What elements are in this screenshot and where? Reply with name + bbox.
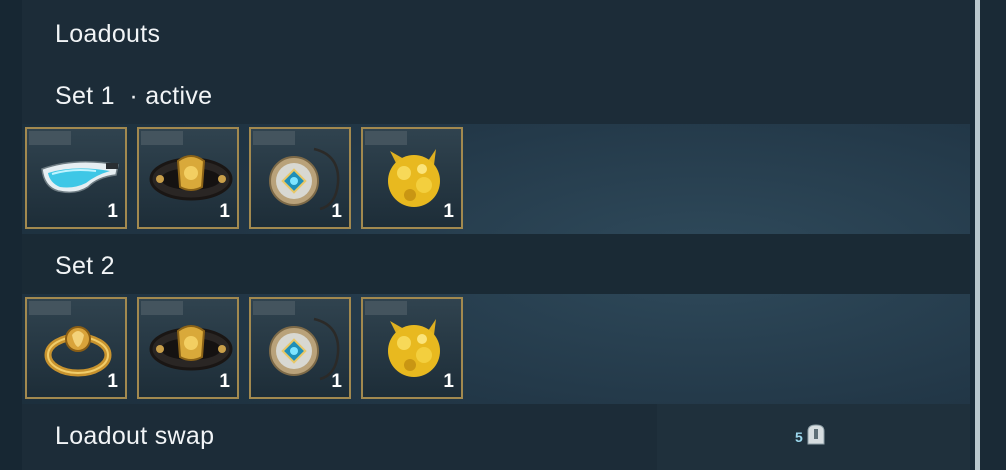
key-token-icon — [807, 424, 825, 445]
set-2-slot-2[interactable]: 1 — [137, 297, 239, 399]
set-1-slot-2[interactable]: 1 — [137, 127, 239, 229]
loadout-swap-row: Loadout swap — [22, 404, 657, 470]
loadouts-header: Loadouts — [22, 0, 970, 73]
set-1-slot-3[interactable]: 1 — [249, 127, 351, 229]
set-1-label: Set 1 · active — [55, 82, 213, 110]
loadout-swap-label: Loadout swap — [55, 422, 215, 450]
set-2-label: Set 2 — [55, 252, 115, 280]
set-1-slot-1[interactable]: 1 — [25, 127, 127, 229]
set-1-slot-4[interactable]: 1 — [361, 127, 463, 229]
set-1-slots: 1 1 1 1 — [22, 124, 970, 234]
left-edge — [0, 0, 22, 470]
set-1-header[interactable]: Set 1 · active — [22, 72, 970, 124]
slot-quantity: 1 — [443, 201, 454, 222]
slot-quantity: 1 — [107, 371, 118, 392]
scrollbar[interactable] — [975, 0, 980, 470]
set-2-slot-3[interactable]: 1 — [249, 297, 351, 399]
swap-cost-value: 5 — [795, 429, 803, 445]
set-2-header[interactable]: Set 2 — [22, 234, 970, 294]
swap-cost: 5 — [795, 423, 827, 445]
set-2-slots: 1 1 1 1 — [22, 294, 970, 404]
slot-quantity: 1 — [107, 201, 118, 222]
slot-quantity: 1 — [331, 371, 342, 392]
set-1-active-status: · active — [129, 82, 213, 110]
slot-quantity: 1 — [219, 201, 230, 222]
loadouts-title: Loadouts — [55, 20, 161, 48]
slot-quantity: 1 — [219, 371, 230, 392]
set-2-slot-4[interactable]: 1 — [361, 297, 463, 399]
set-2-slot-1[interactable]: 1 — [25, 297, 127, 399]
slot-quantity: 1 — [443, 371, 454, 392]
slot-quantity: 1 — [331, 201, 342, 222]
